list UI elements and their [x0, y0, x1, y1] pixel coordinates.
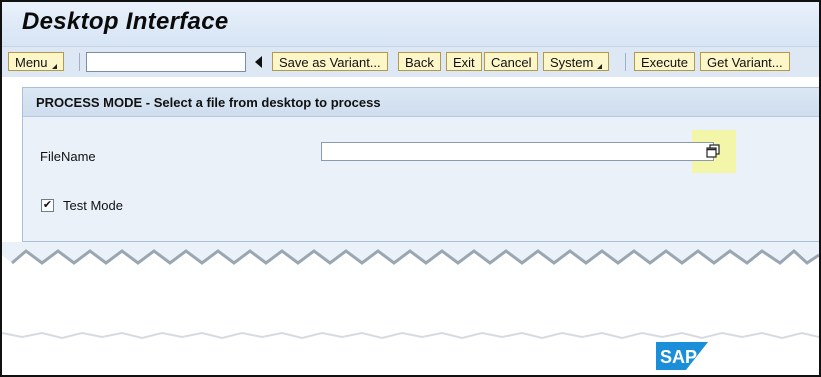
test-mode-label: Test Mode — [63, 198, 123, 213]
test-mode-checkbox[interactable]: ✔ — [41, 199, 54, 212]
menu-dropdown-icon — [51, 64, 57, 69]
process-mode-panel: PROCESS MODE - Select a file from deskto… — [22, 87, 819, 242]
panel-header: PROCESS MODE - Select a file from deskto… — [23, 88, 819, 117]
window: Desktop Interface Menu Save as Variant..… — [0, 0, 821, 377]
panel-title: PROCESS MODE - Select a file from deskto… — [36, 95, 381, 110]
menu-button[interactable]: Menu — [8, 52, 64, 71]
toolbar-divider — [625, 53, 626, 71]
window-title: Desktop Interface — [22, 8, 229, 35]
torn-edge-divider — [2, 242, 819, 340]
svg-text:SAP: SAP — [660, 347, 697, 367]
toolbar-divider — [79, 53, 80, 71]
execute-button[interactable]: Execute — [634, 52, 695, 71]
cancel-button[interactable]: Cancel — [484, 52, 539, 71]
back-button[interactable]: Back — [398, 52, 441, 71]
system-button[interactable]: System — [543, 52, 610, 71]
system-button-label: System — [550, 55, 594, 70]
command-field[interactable] — [86, 52, 246, 72]
system-dropdown-icon — [597, 64, 603, 69]
filename-label: FileName — [40, 149, 96, 164]
collapse-arrow-icon[interactable] — [255, 56, 262, 68]
title-bar: Desktop Interface — [2, 2, 819, 46]
exit-button[interactable]: Exit — [446, 52, 482, 71]
menu-button-label: Menu — [15, 55, 48, 70]
toolbar: Menu Save as Variant... Back Exit Cancel… — [2, 46, 819, 77]
filename-input[interactable] — [321, 142, 714, 161]
get-variant-button[interactable]: Get Variant... — [700, 52, 790, 71]
save-as-variant-button[interactable]: Save as Variant... — [272, 52, 388, 71]
sap-logo: SAP — [656, 342, 708, 370]
browse-file-icon[interactable] — [706, 144, 720, 158]
